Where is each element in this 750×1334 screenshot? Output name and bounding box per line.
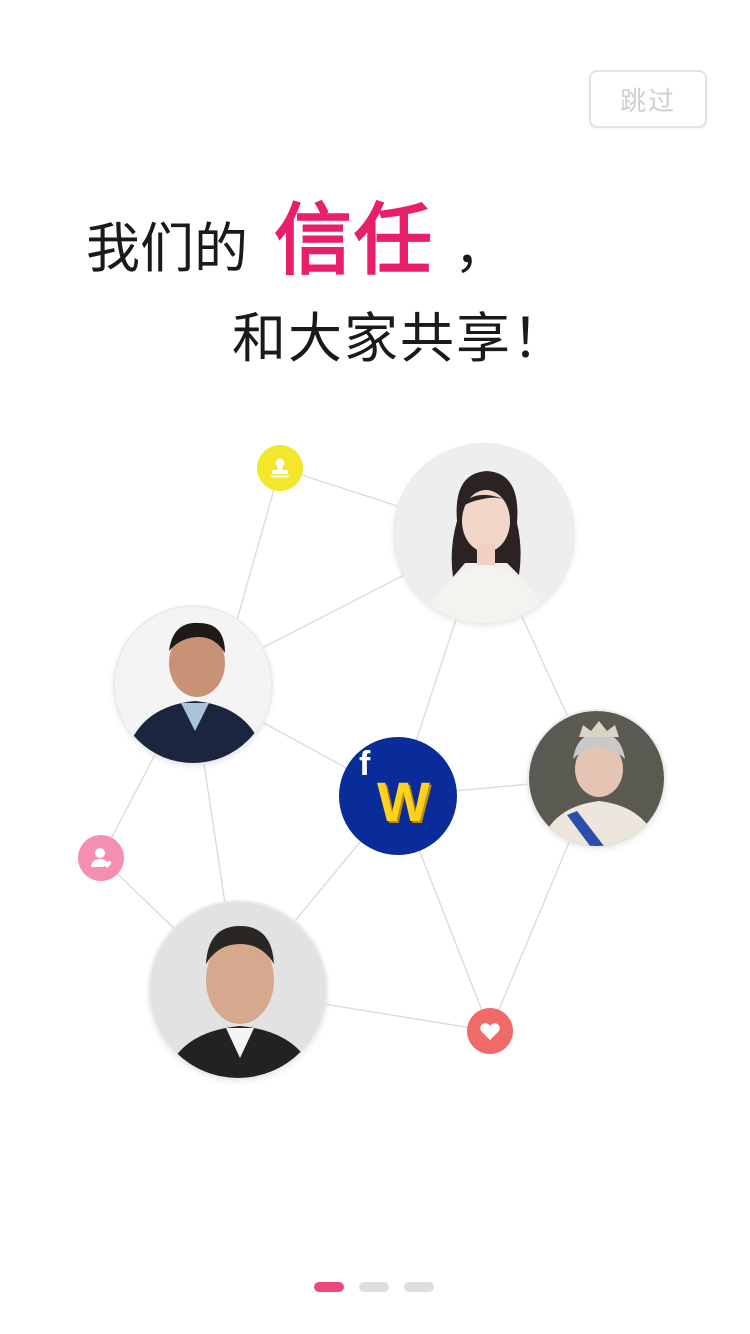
user-heart-icon <box>78 835 124 881</box>
heart-icon <box>467 1008 513 1054</box>
stamp-icon <box>257 445 303 491</box>
logo-letter-w: W <box>377 770 430 833</box>
headline-prefix: 我们的 <box>86 217 248 280</box>
logo-letter-f: f <box>359 745 371 783</box>
headline-line-2: 和大家共享！ <box>232 307 568 370</box>
page-dot-3[interactable] <box>404 1282 434 1292</box>
page-dot-1[interactable] <box>314 1282 344 1292</box>
avatar-man-bottom <box>148 900 328 1080</box>
pagination-dots <box>314 1282 434 1292</box>
avatar-man-left <box>113 605 273 765</box>
skip-button[interactable]: 跳过 <box>589 70 707 128</box>
link <box>236 467 281 621</box>
headline-suffix: ， <box>454 217 509 280</box>
headline-line-1: 我们的 信任 ， <box>86 178 508 286</box>
headline-highlight: 信任 <box>274 195 435 286</box>
page-dot-2[interactable] <box>359 1282 389 1292</box>
avatar-woman <box>393 443 575 625</box>
logo-fw: f W <box>339 737 457 855</box>
avatar-queen <box>527 709 666 848</box>
